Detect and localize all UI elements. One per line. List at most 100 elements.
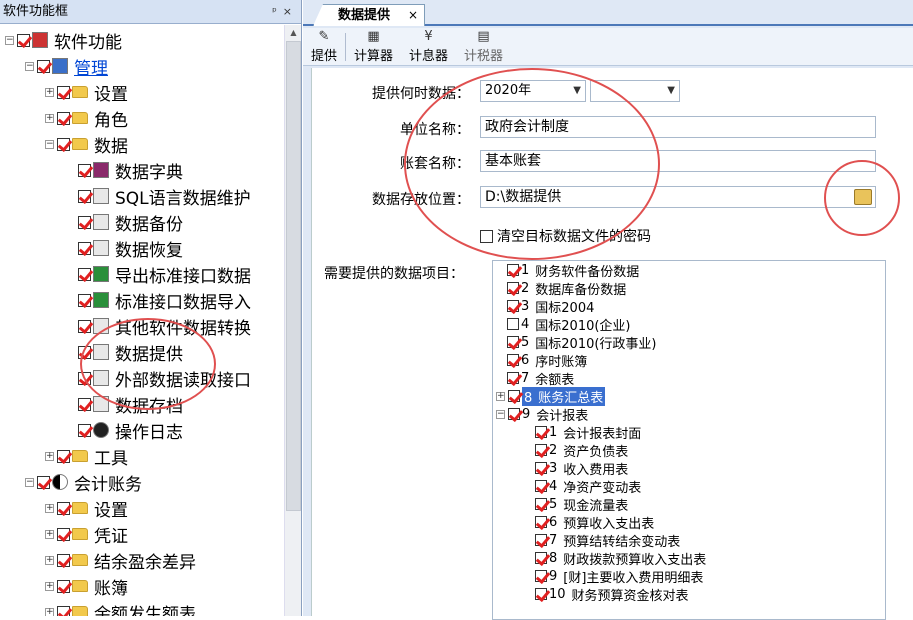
checkbox[interactable] [535,498,547,510]
item-row[interactable]: 5 现金流量表 [535,495,628,514]
checkbox[interactable] [507,282,519,294]
checkbox[interactable] [78,397,91,411]
tree-node-backup[interactable]: 数据备份 [78,209,183,235]
scroll-thumb[interactable] [286,41,301,511]
checkbox[interactable] [57,553,70,567]
checkbox[interactable] [57,501,70,515]
tree-node-ledger[interactable]: + 账簿 [45,573,128,599]
item-row[interactable]: −9 会计报表 [496,405,588,424]
item-row[interactable]: 7 余额表 [507,369,574,388]
tab-close-icon[interactable]: × [408,5,418,26]
tree-node-roles[interactable]: + 角色 [45,105,128,131]
tree-node-export[interactable]: 导出标准接口数据 [78,261,251,287]
item-row[interactable]: 9 [财]主要收入费用明细表 [535,567,703,586]
item-row[interactable]: 6 序时账簿 [507,351,587,370]
tree-node-data-dictionary[interactable]: 数据字典 [78,157,183,183]
tab-data-provide[interactable]: 数据提供 × [313,4,425,26]
checkbox[interactable] [507,336,519,348]
expand-icon[interactable]: + [45,451,54,461]
checkbox[interactable] [507,372,519,384]
item-row[interactable]: 8 财政拨款预算收入支出表 [535,549,706,568]
checkbox[interactable] [37,59,50,73]
checkbox[interactable] [508,390,520,402]
tree-node-oplog[interactable]: 操作日志 [78,417,183,443]
expand-icon[interactable]: + [45,555,54,565]
item-row[interactable]: 2 数据库备份数据 [507,279,626,298]
pin-icon[interactable]: ᵖ [272,5,283,18]
tree-node-balance[interactable]: + 余额发生额表 [45,599,196,616]
checkbox[interactable] [507,354,519,366]
collapse-icon[interactable]: − [45,139,54,149]
checkbox[interactable] [78,189,91,203]
collapse-icon[interactable]: − [25,477,34,487]
item-row[interactable]: 4 国标2010(企业) [507,315,631,334]
tree-node-accounting[interactable]: − 会计账务 [25,469,142,495]
checkbox[interactable] [78,293,91,307]
checkbox[interactable] [535,462,547,474]
item-row[interactable]: 1 会计报表封面 [535,423,641,442]
checkbox[interactable] [507,300,519,312]
checkbox[interactable] [507,264,519,276]
tree-node-data[interactable]: − 数据 [45,131,128,157]
checkbox[interactable] [535,534,547,546]
checkbox[interactable] [57,579,70,593]
item-row[interactable]: 2 资产负债表 [535,441,628,460]
checkbox[interactable] [57,111,70,125]
tree-node-tools[interactable]: + 工具 [45,443,128,469]
item-row[interactable]: 5 国标2010(行政事业) [507,333,657,352]
checkbox[interactable] [57,449,70,463]
checkbox[interactable] [17,33,30,47]
tree-node-sql-maintenance[interactable]: SQL语言数据维护 [78,183,251,209]
tree-node-import[interactable]: 标准接口数据导入 [78,287,251,313]
checkbox[interactable] [78,423,91,437]
tree-node-restore[interactable]: 数据恢复 [78,235,183,261]
expand-icon[interactable]: + [45,87,54,97]
tree-scrollbar[interactable]: ▲ [284,25,301,616]
checkbox[interactable] [535,570,547,582]
expand-icon[interactable]: + [496,391,505,401]
checkbox[interactable] [37,475,50,489]
item-row[interactable]: 3 收入费用表 [535,459,628,478]
tree-node-acc-settings[interactable]: + 设置 [45,495,128,521]
tree-node-voucher[interactable]: + 凭证 [45,521,128,547]
close-icon[interactable]: × [283,5,298,18]
item-row-selected[interactable]: +8 账务汇总表 [496,386,606,406]
item-row[interactable]: 1 财务软件备份数据 [507,261,639,280]
checkbox[interactable] [535,480,547,492]
tree-node-settings[interactable]: + 设置 [45,79,128,105]
checkbox[interactable] [78,241,91,255]
calculator-button[interactable]: ▦ 计算器 [346,28,401,66]
interest-calculator-button[interactable]: ¥ 计息器 [401,28,456,66]
item-row[interactable]: 3 国标2004 [507,297,594,316]
item-row[interactable]: 10 财务预算资金核对表 [535,585,689,604]
checkbox[interactable] [508,408,520,420]
item-row[interactable]: 4 净资产变动表 [535,477,641,496]
checkbox[interactable] [57,137,70,151]
data-items-tree[interactable]: 1 财务软件备份数据 2 数据库备份数据 3 国标2004 4 国标2010(企业) 5… [492,260,886,620]
item-row[interactable]: 6 预算收入支出表 [535,513,654,532]
collapse-icon[interactable]: − [5,35,14,45]
tree-node-surplus[interactable]: + 结余盈余差异 [45,547,196,573]
checkbox[interactable] [57,527,70,541]
checkbox[interactable] [57,605,70,616]
expand-icon[interactable]: + [45,581,54,591]
collapse-icon[interactable]: − [496,409,505,419]
checkbox[interactable] [78,319,91,333]
tree-node-manage[interactable]: − 管理 [25,53,108,79]
expand-icon[interactable]: + [45,607,54,616]
checkbox[interactable] [535,426,547,438]
expand-icon[interactable]: + [45,113,54,123]
checkbox[interactable] [78,215,91,229]
item-row[interactable]: 7 预算结转结余变动表 [535,531,680,550]
checkbox[interactable] [535,552,547,564]
checkbox[interactable] [507,318,519,330]
checkbox[interactable] [535,444,547,456]
checkbox[interactable] [535,588,547,600]
tax-calculator-button[interactable]: ▤ 计税器 [456,28,511,66]
checkbox[interactable] [535,516,547,528]
collapse-icon[interactable]: − [25,61,34,71]
expand-icon[interactable]: + [45,529,54,539]
tree-node-software[interactable]: − 软件功能 [5,27,122,53]
expand-icon[interactable]: + [45,503,54,513]
checkbox[interactable] [78,163,91,177]
